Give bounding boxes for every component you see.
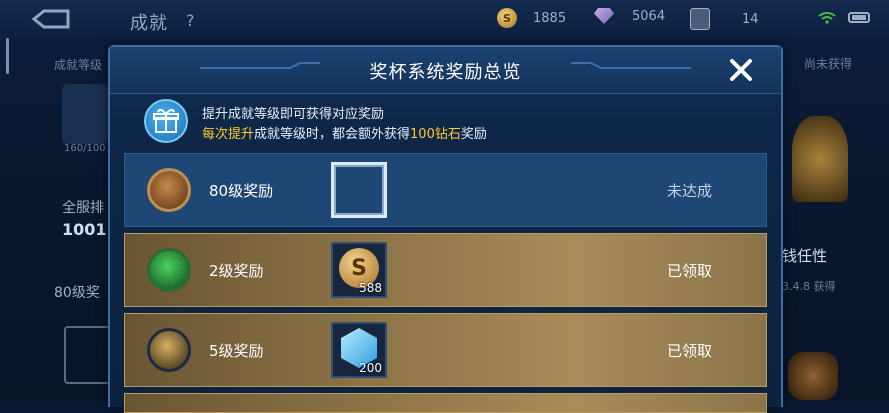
- reward-quantity: 200: [359, 361, 382, 375]
- wifi-icon: [818, 12, 836, 24]
- battery-icon: [848, 12, 870, 23]
- info-line-2-end: 奖励: [460, 127, 487, 142]
- gem-value: 5064: [632, 8, 666, 24]
- info-line-1: 提升成就等级即可获得对应奖励: [202, 107, 385, 122]
- level-medal-icon: [147, 328, 191, 372]
- info-line-2: 每次提升成就等级时，都会额外获得100钻石奖励: [202, 123, 487, 142]
- gem-counter: 5064: [594, 8, 665, 24]
- achievement-level-tab[interactable]: 成就等级: [54, 56, 102, 73]
- trophy-name: 钱任性: [782, 247, 828, 265]
- gold-coin-value: 1885: [533, 10, 567, 26]
- gold-coin-reward-icon: S 588: [331, 242, 387, 298]
- header-ornament-right: [571, 62, 691, 69]
- gold-coin-icon: S: [497, 8, 517, 28]
- reward-overview-dialog: 奖杯系统奖励总览 提升成就等级即可获得对应奖励 每次提升成就等级时，都会额外获得…: [108, 45, 783, 413]
- reward-row[interactable]: 5级奖励 200 已领取: [124, 313, 767, 387]
- reward-level-label: 2级奖励: [209, 262, 264, 280]
- reward-row[interactable]: 80级奖励 未达成: [124, 153, 767, 227]
- level-medal-icon: [147, 248, 191, 292]
- trophy-icon-2: [788, 352, 838, 400]
- top-bar: 成就 ? S 1885 5064 14: [0, 0, 889, 40]
- diamond-reward-icon: 200: [331, 322, 387, 378]
- reward-row[interactable]: [124, 393, 767, 413]
- obtained-date: 3.4.8 获得: [782, 280, 836, 293]
- help-icon[interactable]: ?: [186, 11, 195, 30]
- info-line-2-mid: 成就等级时，都会额外获得: [254, 127, 411, 142]
- reward-quantity: 588: [359, 281, 382, 295]
- gem-icon: [594, 8, 614, 24]
- back-arrow-icon[interactable]: [30, 8, 72, 30]
- level-medal-icon: [147, 168, 191, 212]
- gold-coin-counter: S 1885: [497, 8, 566, 28]
- reward-level-label: 80级奖励: [209, 182, 274, 200]
- dialog-header: 奖杯系统奖励总览: [110, 47, 781, 94]
- reward-status: 已领取: [667, 262, 713, 280]
- avatar-frame-reward-icon: [331, 162, 387, 218]
- achievement-badge: [62, 84, 108, 144]
- achievement-progress: 160/100: [64, 143, 106, 154]
- reward-status: 未达成: [667, 182, 713, 200]
- level-reward-tag: 80级奖: [54, 285, 100, 301]
- left-panel: 成就等级 160/100 全服排 1001 80级奖: [0, 40, 112, 400]
- reward-info: 提升成就等级即可获得对应奖励 每次提升成就等级时，都会额外获得100钻石奖励: [144, 99, 744, 145]
- reward-level-label: 5级奖励: [209, 342, 264, 360]
- reward-row[interactable]: 2级奖励 S 588 已领取: [124, 233, 767, 307]
- info-highlight-1: 每次提升: [202, 127, 255, 142]
- close-icon[interactable]: [727, 56, 755, 84]
- reward-status: 已领取: [667, 342, 713, 360]
- not-obtained-tab[interactable]: 尚未获得: [804, 55, 852, 72]
- page-title: 成就: [130, 13, 168, 34]
- right-panel: 尚未获得 钱任性 3.4.8 获得: [778, 40, 889, 400]
- card-icon: [690, 8, 710, 30]
- frame-preview: [64, 326, 112, 384]
- gift-icon: [144, 99, 188, 143]
- trophy-icon: [792, 116, 848, 202]
- rank-value: 1001: [62, 220, 107, 239]
- info-highlight-2: 100钻石: [410, 127, 461, 142]
- rank-label: 全服排: [62, 200, 104, 216]
- card-counter: 14: [690, 8, 759, 30]
- card-value: 14: [742, 11, 759, 27]
